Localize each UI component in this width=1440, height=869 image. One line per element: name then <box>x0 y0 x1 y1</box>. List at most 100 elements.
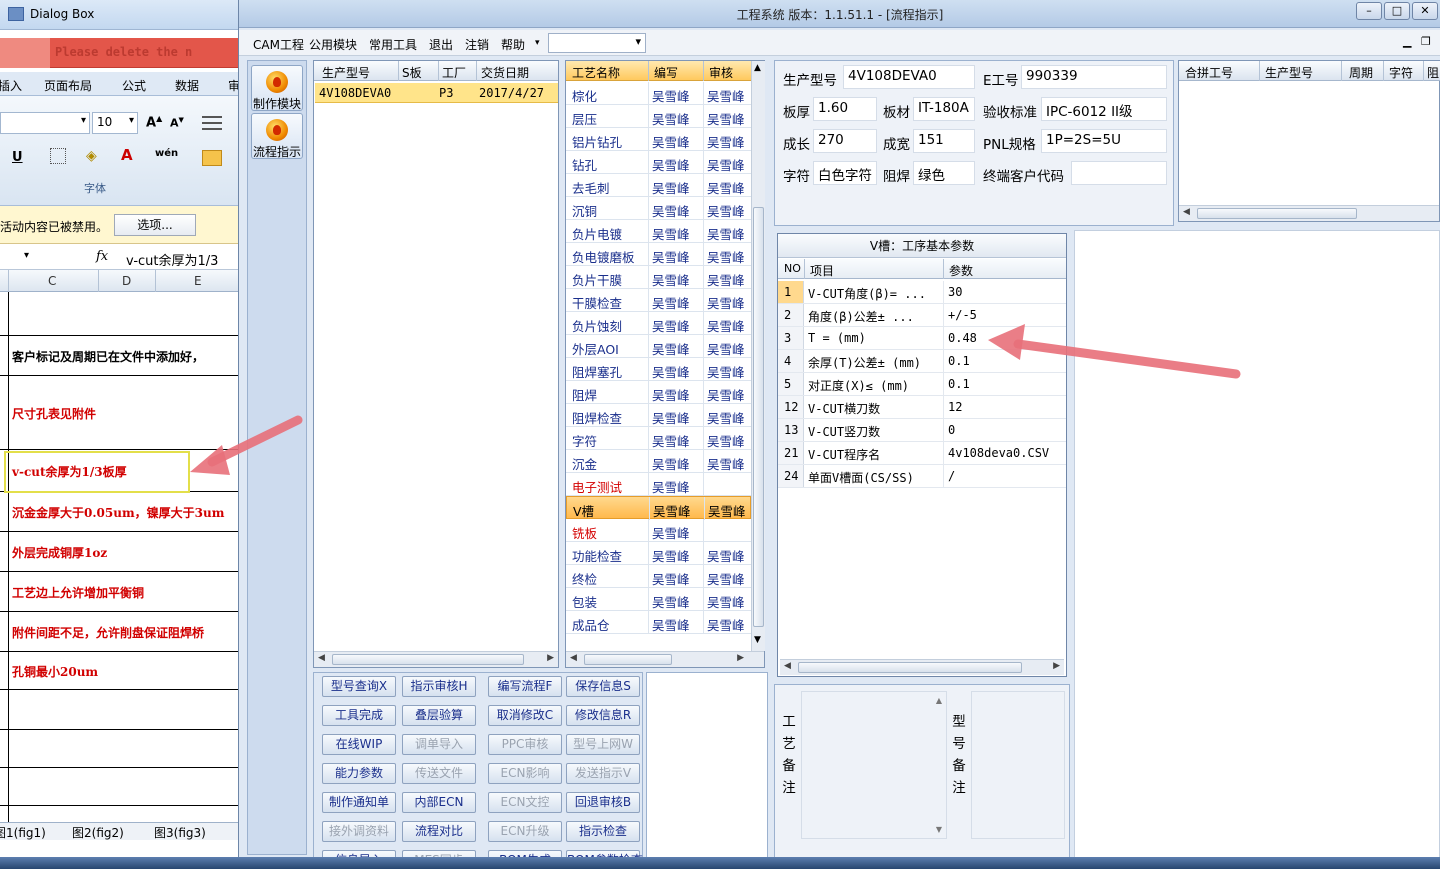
function-button[interactable]: 编写流程F <box>488 676 562 697</box>
sheet-row[interactable]: 工艺边上允许增加平衡铜 <box>0 572 245 612</box>
col-header[interactable]: 周期 <box>1349 64 1373 81</box>
process-row[interactable]: 棕化 吴雪峰 吴雪峰 <box>566 82 751 105</box>
function-button[interactable]: 回退审核B <box>566 792 640 813</box>
function-button[interactable]: 流程对比 <box>402 821 476 842</box>
function-button[interactable]: ECN升级 <box>488 821 562 842</box>
sheet-row[interactable] <box>0 730 245 768</box>
col-header[interactable]: NO <box>784 262 801 275</box>
toolbar-dropdown[interactable] <box>548 33 646 53</box>
menu-cam[interactable]: CAM工程 <box>253 36 304 53</box>
sheet-tab[interactable]: 图3(fig3) <box>154 824 206 841</box>
col-header[interactable]: S板 <box>402 64 422 81</box>
horizontal-scrollbar[interactable]: ◀ ▶ <box>780 659 1064 675</box>
fx-icon[interactable]: fx <box>96 249 108 264</box>
menu-common-module[interactable]: 公用模块 <box>309 36 357 53</box>
sheet-row[interactable]: 客户标记及周期已在文件中添加好， <box>0 336 245 376</box>
param-row[interactable]: 3 T = (mm) 0.48 <box>778 327 1066 350</box>
border-icon[interactable] <box>50 148 66 164</box>
function-button[interactable]: 在线WIP <box>322 734 396 755</box>
table-row[interactable]: 4V108DEVA0 P3 2017/4/27 <box>315 83 558 103</box>
phonetic-icon[interactable]: wén <box>155 148 178 159</box>
process-row[interactable]: 电子测试 吴雪峰 <box>566 473 751 496</box>
function-button[interactable]: 修改信息R <box>566 705 640 726</box>
col-header[interactable]: 生产型号 <box>322 64 370 81</box>
sheet-row[interactable]: 尺寸孔表见附件 <box>0 376 245 450</box>
process-row[interactable]: 字符 吴雪峰 吴雪峰 <box>566 427 751 450</box>
grow-font-icon[interactable]: A▲ <box>146 114 162 130</box>
horizontal-scrollbar[interactable]: ◀ ▶ <box>566 651 764 667</box>
function-button[interactable]: ECN文控 <box>488 792 562 813</box>
function-button[interactable]: 保存信息S <box>566 676 640 697</box>
col-header[interactable]: 编写 <box>654 64 678 81</box>
menu-exit[interactable]: 退出 <box>429 36 453 53</box>
process-remark-box[interactable]: ▲ ▼ <box>801 691 947 839</box>
menu-common-tools[interactable]: 常用工具 <box>369 36 417 53</box>
scroll-thumb[interactable] <box>1197 208 1357 219</box>
function-button[interactable]: 调单导入 <box>402 734 476 755</box>
value-length[interactable]: 270 <box>813 129 877 153</box>
value-solder-mask[interactable]: 绿色 <box>913 161 975 185</box>
scroll-down-icon[interactable]: ▼ <box>936 825 942 834</box>
value-char[interactable]: 白色字符 <box>813 161 877 185</box>
sheet-tab[interactable]: 图2(fig2) <box>72 824 124 841</box>
minimize-button[interactable]: – <box>1356 2 1382 20</box>
align-left-icon[interactable] <box>202 116 222 132</box>
chevron-down-icon[interactable]: ▾ <box>535 38 540 48</box>
scroll-thumb[interactable] <box>798 662 1022 673</box>
column-header[interactable]: C <box>48 274 56 288</box>
value-customer-code[interactable] <box>1071 161 1167 185</box>
value-model[interactable]: 4V108DEVA0 <box>843 65 975 89</box>
function-button[interactable]: 指示检查 <box>566 821 640 842</box>
param-row[interactable]: 21 V-CUT程序名 4v108deva0.CSV <box>778 442 1066 465</box>
value-standard[interactable]: IPC-6012 II级 <box>1041 97 1167 121</box>
function-button[interactable]: 型号查询X <box>322 676 396 697</box>
scroll-left-icon[interactable]: ◀ <box>318 653 325 663</box>
sheet-tab[interactable]: 图1(fig1) <box>0 824 46 841</box>
process-row[interactable]: 外层AOI 吴雪峰 吴雪峰 <box>566 335 751 358</box>
mdi-minimize-icon[interactable]: ▁ <box>1403 35 1411 48</box>
function-button[interactable]: 传送文件 <box>402 763 476 784</box>
sheet-row[interactable] <box>0 768 245 806</box>
close-button[interactable]: ✕ <box>1412 2 1438 20</box>
process-row[interactable]: 铝片钻孔 吴雪峰 吴雪峰 <box>566 128 751 151</box>
horizontal-scrollbar[interactable]: ◀ <box>1179 205 1439 221</box>
sheet-row[interactable] <box>0 292 245 336</box>
param-row[interactable]: 4 余厚(T)公差± (mm) 0.1 <box>778 350 1066 373</box>
process-row[interactable]: 包装 吴雪峰 吴雪峰 <box>566 588 751 611</box>
shrink-font-icon[interactable]: A▼ <box>170 116 184 130</box>
function-button[interactable]: 指示审核H <box>402 676 476 697</box>
function-button[interactable]: 发送指示V <box>566 763 640 784</box>
scroll-right-icon[interactable]: ▶ <box>737 653 744 663</box>
process-row[interactable]: 沉金 吴雪峰 吴雪峰 <box>566 450 751 473</box>
column-header[interactable]: D <box>122 274 131 288</box>
value-eno[interactable]: 990339 <box>1021 65 1167 89</box>
process-indication-button[interactable]: 流程指示 <box>251 113 303 159</box>
make-module-button[interactable]: 制作模块 <box>251 65 303 111</box>
function-button[interactable]: 制作通知单 <box>322 792 396 813</box>
mdi-restore-icon[interactable]: ❐ <box>1421 35 1431 48</box>
process-row[interactable]: 去毛刺 吴雪峰 吴雪峰 <box>566 174 751 197</box>
process-row[interactable]: 沉铜 吴雪峰 吴雪峰 <box>566 197 751 220</box>
sheet-row[interactable]: 沉金金厚大于0.05um，镍厚大于3um <box>0 492 245 532</box>
scroll-down-icon[interactable]: ▼ <box>754 635 761 645</box>
sheet-row[interactable]: 孔铜最小20um <box>0 652 245 690</box>
scroll-up-icon[interactable]: ▲ <box>754 63 761 73</box>
process-row[interactable]: 阻焊 吴雪峰 吴雪峰 <box>566 381 751 404</box>
col-header[interactable]: 工艺名称 <box>572 64 620 81</box>
process-row[interactable]: 钻孔 吴雪峰 吴雪峰 <box>566 151 751 174</box>
function-button[interactable]: ECN影响 <box>488 763 562 784</box>
process-row[interactable]: 终检 吴雪峰 吴雪峰 <box>566 565 751 588</box>
model-remark-box[interactable] <box>971 691 1065 839</box>
process-row[interactable]: 成品仓 吴雪峰 吴雪峰 <box>566 611 751 634</box>
function-button[interactable]: 接外调资料 <box>322 821 396 842</box>
col-header[interactable]: 合拼工号 <box>1185 64 1233 81</box>
menu-help[interactable]: 帮助 <box>501 36 525 53</box>
scroll-left-icon[interactable]: ◀ <box>570 653 577 663</box>
function-button[interactable]: 工具完成 <box>322 705 396 726</box>
sheet-grid[interactable]: 客户标记及周期已在文件中添加好， 尺寸孔表见附件 v-cut余厚为1/3板厚 沉金金厚… <box>0 292 245 822</box>
scroll-right-icon[interactable]: ▶ <box>1053 661 1060 671</box>
font-name-box[interactable]: ▾ <box>0 112 90 134</box>
vertical-scrollbar[interactable]: ▲ ▼ <box>751 61 765 651</box>
value-material[interactable]: IT-180A <box>913 97 975 121</box>
options-button[interactable]: 选项... <box>114 214 196 236</box>
